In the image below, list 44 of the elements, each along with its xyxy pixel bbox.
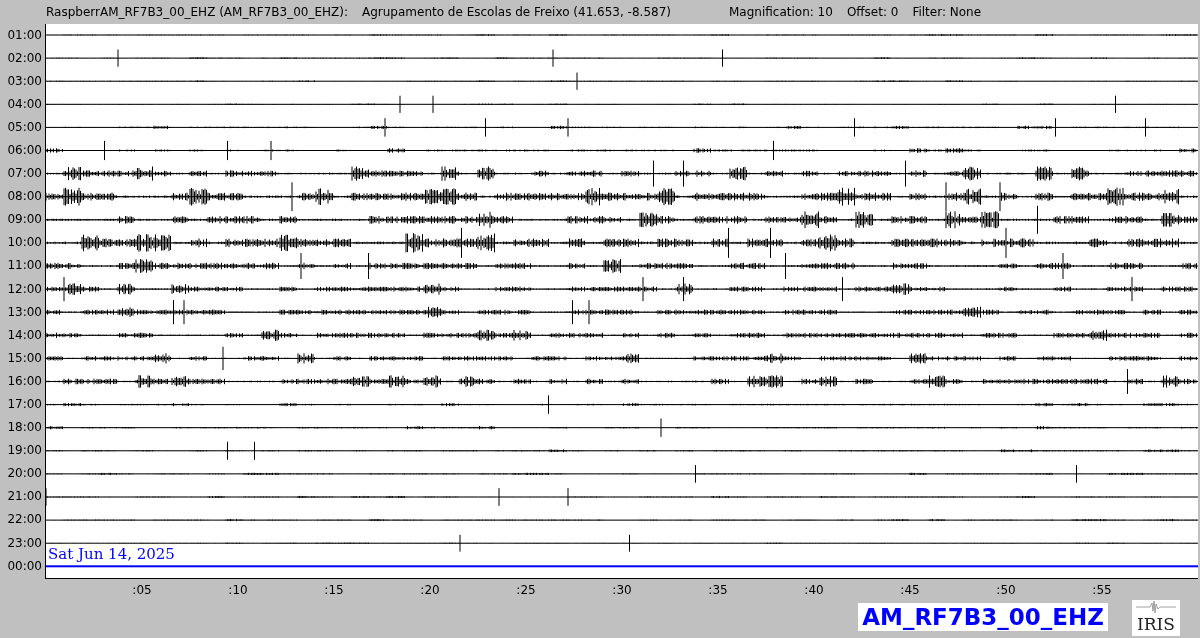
minute-tick-label: :35 [708, 583, 728, 597]
hour-label: 21:00 [6, 488, 43, 506]
minute-tick-label: :55 [1092, 583, 1112, 597]
station-name: RaspberrAM_RF7B3_00_EHZ (AM_RF7B3_00_EHZ): [46, 5, 348, 19]
hour-label: 02:00 [6, 49, 43, 67]
minute-tick-label: :45 [900, 583, 920, 597]
hour-label: 05:00 [6, 118, 43, 136]
hour-label: 10:00 [6, 234, 43, 252]
hour-label: 01:00 [6, 26, 43, 44]
minute-tick-label: :25 [516, 583, 536, 597]
offset-label: Offset: 0 [846, 5, 899, 19]
minute-tick-label: :40 [804, 583, 824, 597]
hour-label: 04:00 [6, 95, 43, 113]
hour-label: 06:00 [6, 141, 43, 159]
logo-text: IRIS [1137, 614, 1175, 634]
hour-label: 23:00 [6, 534, 43, 552]
hour-label: 03:00 [6, 72, 43, 90]
magnification-label: Magnification: 10 [729, 5, 833, 19]
hour-label: 08:00 [6, 188, 43, 206]
minute-tick-label: :50 [996, 583, 1016, 597]
minute-tick-label: :15 [324, 583, 344, 597]
hour-label: 15:00 [6, 349, 43, 367]
hour-label: 16:00 [6, 372, 43, 390]
hour-label: 12:00 [6, 280, 43, 298]
hour-label: 13:00 [6, 303, 43, 321]
hour-label: 11:00 [6, 257, 43, 275]
hour-label: 22:00 [6, 511, 43, 529]
seismogram-icon [1136, 600, 1176, 614]
hour-label: 18:00 [6, 419, 43, 437]
hour-label: 09:00 [6, 211, 43, 229]
hour-label: 19:00 [6, 442, 43, 460]
channel-label: AM_RF7B3_00_EHZ [858, 603, 1108, 631]
minute-tick-label: :30 [612, 583, 632, 597]
hour-label: 14:00 [6, 326, 43, 344]
hour-label: 17:00 [6, 396, 43, 413]
minute-tick-label: :20 [420, 583, 440, 597]
hour-label: 00:00 [6, 557, 43, 575]
minute-tick-label: :10 [228, 583, 248, 597]
hour-label: 07:00 [6, 165, 43, 183]
filter-label: Filter: None [912, 5, 982, 19]
date-label: Sat Jun 14, 2025 [48, 546, 175, 563]
minute-tick-label: :05 [132, 583, 152, 597]
station-location: Agrupamento de Escolas de Freixo (41.653, -8.587) [362, 5, 671, 19]
hour-label: 20:00 [6, 465, 43, 483]
